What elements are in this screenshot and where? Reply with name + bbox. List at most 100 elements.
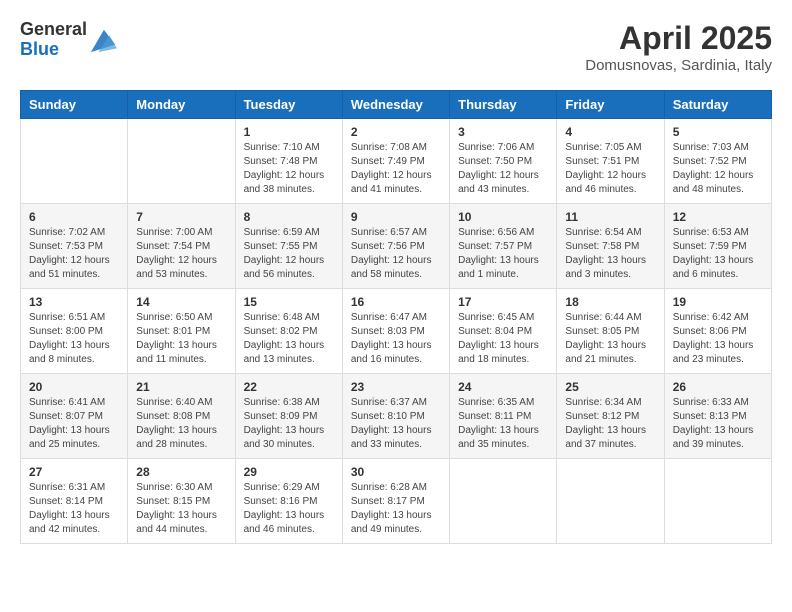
month-title: April 2025 — [585, 20, 772, 57]
day-number: 16 — [351, 295, 441, 309]
weekday-header-saturday: Saturday — [664, 91, 771, 119]
day-number: 18 — [565, 295, 655, 309]
day-info: Sunrise: 6:53 AM Sunset: 7:59 PM Dayligh… — [673, 226, 763, 282]
weekday-header-tuesday: Tuesday — [235, 91, 342, 119]
day-info: Sunrise: 7:10 AM Sunset: 7:48 PM Dayligh… — [244, 141, 334, 197]
day-info: Sunrise: 6:34 AM Sunset: 8:12 PM Dayligh… — [565, 396, 655, 452]
day-number: 24 — [458, 380, 548, 394]
day-number: 10 — [458, 210, 548, 224]
day-info: Sunrise: 7:03 AM Sunset: 7:52 PM Dayligh… — [673, 141, 763, 197]
calendar-cell: 23 Sunrise: 6:37 AM Sunset: 8:10 PM Dayli… — [342, 374, 449, 459]
calendar-cell — [557, 459, 664, 544]
day-number: 2 — [351, 125, 441, 139]
calendar-cell: 13 Sunrise: 6:51 AM Sunset: 8:00 PM Dayli… — [21, 289, 128, 374]
day-number: 11 — [565, 210, 655, 224]
day-info: Sunrise: 6:38 AM Sunset: 8:09 PM Dayligh… — [244, 396, 334, 452]
week-row-2: 6Sunrise: 7:02 AM Sunset: 7:53 PM Daylig… — [21, 204, 772, 289]
calendar-cell: 28 Sunrise: 6:30 AM Sunset: 8:15 PM Dayli… — [128, 459, 235, 544]
day-number: 7 — [136, 210, 226, 224]
day-info: Sunrise: 7:00 AM Sunset: 7:54 PM Dayligh… — [136, 226, 226, 282]
day-number: 17 — [458, 295, 548, 309]
day-number: 13 — [29, 295, 119, 309]
day-info: Sunrise: 7:06 AM Sunset: 7:50 PM Dayligh… — [458, 141, 548, 197]
calendar-cell: 14Sunrise: 6:50 AM Sunset: 8:01 PM Dayli… — [128, 289, 235, 374]
location-title: Domusnovas, Sardinia, Italy — [585, 57, 772, 74]
day-info: Sunrise: 6:31 AM Sunset: 8:14 PM Dayligh… — [29, 481, 119, 537]
calendar-cell: 5 Sunrise: 7:03 AM Sunset: 7:52 PM Daylig… — [664, 119, 771, 204]
calendar-cell: 18Sunrise: 6:44 AM Sunset: 8:05 PM Dayli… — [557, 289, 664, 374]
day-number: 15 — [244, 295, 334, 309]
day-info: Sunrise: 6:47 AM Sunset: 8:03 PM Dayligh… — [351, 311, 441, 367]
day-info: Sunrise: 7:02 AM Sunset: 7:53 PM Dayligh… — [29, 226, 119, 282]
logo-general: General — [20, 20, 87, 40]
calendar-cell — [21, 119, 128, 204]
day-number: 1 — [244, 125, 334, 139]
calendar-cell: 12 Sunrise: 6:53 AM Sunset: 7:59 PM Dayli… — [664, 204, 771, 289]
day-info: Sunrise: 6:35 AM Sunset: 8:11 PM Dayligh… — [458, 396, 548, 452]
day-number: 30 — [351, 465, 441, 479]
weekday-header-sunday: Sunday — [21, 91, 128, 119]
day-number: 28 — [136, 465, 226, 479]
day-number: 19 — [673, 295, 763, 309]
calendar-cell: 17 Sunrise: 6:45 AM Sunset: 8:04 PM Dayli… — [450, 289, 557, 374]
calendar-cell: 10Sunrise: 6:56 AM Sunset: 7:57 PM Dayli… — [450, 204, 557, 289]
day-info: Sunrise: 6:37 AM Sunset: 8:10 PM Dayligh… — [351, 396, 441, 452]
calendar-cell: 9 Sunrise: 6:57 AM Sunset: 7:56 PM Daylig… — [342, 204, 449, 289]
calendar-cell — [450, 459, 557, 544]
calendar-cell: 8 Sunrise: 6:59 AM Sunset: 7:55 PM Daylig… — [235, 204, 342, 289]
weekday-header-thursday: Thursday — [450, 91, 557, 119]
day-number: 8 — [244, 210, 334, 224]
calendar-cell: 29 Sunrise: 6:29 AM Sunset: 8:16 PM Dayli… — [235, 459, 342, 544]
day-number: 4 — [565, 125, 655, 139]
calendar-cell: 6Sunrise: 7:02 AM Sunset: 7:53 PM Daylig… — [21, 204, 128, 289]
page-header: General Blue April 2025 Domusnovas, Sard… — [20, 20, 772, 74]
calendar-cell: 25Sunrise: 6:34 AM Sunset: 8:12 PM Dayli… — [557, 374, 664, 459]
day-info: Sunrise: 6:57 AM Sunset: 7:56 PM Dayligh… — [351, 226, 441, 282]
week-row-5: 27 Sunrise: 6:31 AM Sunset: 8:14 PM Dayli… — [21, 459, 772, 544]
calendar-cell: 21 Sunrise: 6:40 AM Sunset: 8:08 PM Dayli… — [128, 374, 235, 459]
day-info: Sunrise: 6:41 AM Sunset: 8:07 PM Dayligh… — [29, 396, 119, 452]
calendar-cell: 26Sunrise: 6:33 AM Sunset: 8:13 PM Dayli… — [664, 374, 771, 459]
day-info: Sunrise: 6:28 AM Sunset: 8:17 PM Dayligh… — [351, 481, 441, 537]
day-number: 27 — [29, 465, 119, 479]
day-info: Sunrise: 6:42 AM Sunset: 8:06 PM Dayligh… — [673, 311, 763, 367]
day-info: Sunrise: 6:45 AM Sunset: 8:04 PM Dayligh… — [458, 311, 548, 367]
calendar-cell: 30 Sunrise: 6:28 AM Sunset: 8:17 PM Dayli… — [342, 459, 449, 544]
weekday-header-friday: Friday — [557, 91, 664, 119]
day-number: 20 — [29, 380, 119, 394]
weekday-header-row: SundayMondayTuesdayWednesdayThursdayFrid… — [21, 91, 772, 119]
day-number: 29 — [244, 465, 334, 479]
day-info: Sunrise: 6:40 AM Sunset: 8:08 PM Dayligh… — [136, 396, 226, 452]
day-info: Sunrise: 6:59 AM Sunset: 7:55 PM Dayligh… — [244, 226, 334, 282]
calendar-cell: 20 Sunrise: 6:41 AM Sunset: 8:07 PM Dayli… — [21, 374, 128, 459]
day-number: 9 — [351, 210, 441, 224]
calendar-cell: 15 Sunrise: 6:48 AM Sunset: 8:02 PM Dayli… — [235, 289, 342, 374]
logo: General Blue — [20, 20, 117, 60]
day-info: Sunrise: 6:54 AM Sunset: 7:58 PM Dayligh… — [565, 226, 655, 282]
day-number: 21 — [136, 380, 226, 394]
day-number: 3 — [458, 125, 548, 139]
calendar-cell: 4Sunrise: 7:05 AM Sunset: 7:51 PM Daylig… — [557, 119, 664, 204]
weekday-header-wednesday: Wednesday — [342, 91, 449, 119]
week-row-3: 13 Sunrise: 6:51 AM Sunset: 8:00 PM Dayli… — [21, 289, 772, 374]
logo-text: General Blue — [20, 20, 87, 60]
calendar-cell: 11 Sunrise: 6:54 AM Sunset: 7:58 PM Dayli… — [557, 204, 664, 289]
day-number: 23 — [351, 380, 441, 394]
day-info: Sunrise: 6:29 AM Sunset: 8:16 PM Dayligh… — [244, 481, 334, 537]
calendar-cell: 27 Sunrise: 6:31 AM Sunset: 8:14 PM Dayli… — [21, 459, 128, 544]
day-info: Sunrise: 6:48 AM Sunset: 8:02 PM Dayligh… — [244, 311, 334, 367]
calendar-cell: 2 Sunrise: 7:08 AM Sunset: 7:49 PM Daylig… — [342, 119, 449, 204]
logo-blue: Blue — [20, 40, 87, 60]
calendar-cell — [128, 119, 235, 204]
calendar-cell: 7 Sunrise: 7:00 AM Sunset: 7:54 PM Daylig… — [128, 204, 235, 289]
calendar-cell — [664, 459, 771, 544]
calendar-cell: 16 Sunrise: 6:47 AM Sunset: 8:03 PM Dayli… — [342, 289, 449, 374]
calendar-table: SundayMondayTuesdayWednesdayThursdayFrid… — [20, 90, 772, 544]
day-info: Sunrise: 6:30 AM Sunset: 8:15 PM Dayligh… — [136, 481, 226, 537]
day-info: Sunrise: 7:08 AM Sunset: 7:49 PM Dayligh… — [351, 141, 441, 197]
day-number: 5 — [673, 125, 763, 139]
calendar-cell: 1 Sunrise: 7:10 AM Sunset: 7:48 PM Daylig… — [235, 119, 342, 204]
day-number: 12 — [673, 210, 763, 224]
day-number: 22 — [244, 380, 334, 394]
day-info: Sunrise: 6:51 AM Sunset: 8:00 PM Dayligh… — [29, 311, 119, 367]
